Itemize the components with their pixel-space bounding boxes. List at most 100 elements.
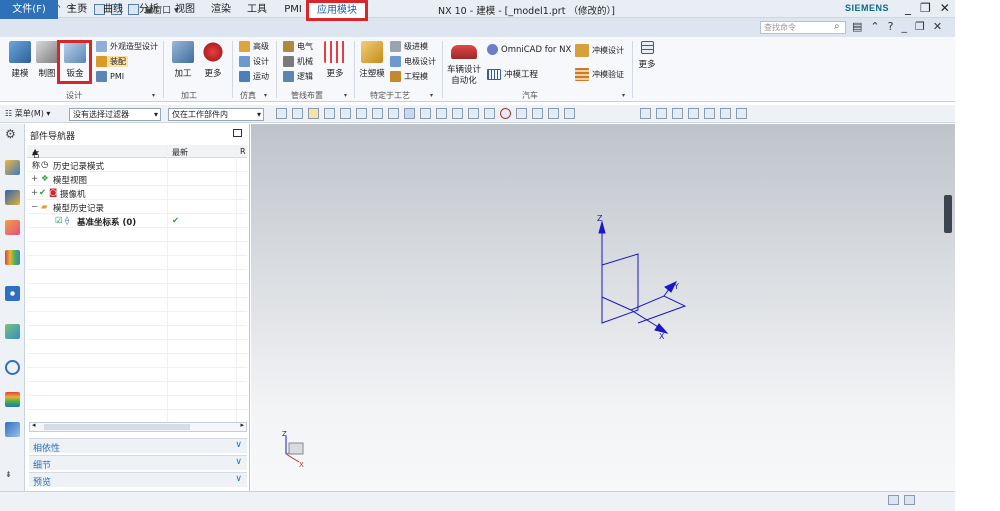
tab-render[interactable]: 渲染 bbox=[208, 2, 234, 19]
tab-pmi[interactable]: PMI bbox=[280, 2, 306, 19]
arc-center-icon[interactable] bbox=[484, 108, 495, 119]
scroll-left-icon[interactable]: ◂ bbox=[32, 421, 36, 429]
general-select-icon[interactable] bbox=[308, 108, 319, 119]
type-filter-select[interactable]: 没有选择过滤器 ▾ bbox=[69, 108, 161, 121]
orient-view-icon[interactable] bbox=[688, 108, 699, 119]
navigator-maximize-button[interactable] bbox=[233, 129, 242, 137]
die-engineering-button[interactable]: 冲模工程 bbox=[487, 68, 538, 80]
progressive-die-button[interactable]: 级进模 bbox=[390, 41, 428, 52]
existing-point-icon[interactable] bbox=[516, 108, 527, 119]
zoom-icon[interactable] bbox=[656, 108, 667, 119]
die-validation-button[interactable]: 冲模验证 bbox=[575, 68, 624, 81]
tree-node[interactable]: + ❖ 模型视图 bbox=[27, 172, 247, 186]
select-icon[interactable] bbox=[276, 108, 287, 119]
control-point-icon[interactable] bbox=[452, 108, 463, 119]
section-view-icon[interactable] bbox=[736, 108, 747, 119]
routing-more-button[interactable]: 更多 bbox=[322, 41, 348, 79]
tab-application[interactable]: 应用模块 bbox=[306, 0, 368, 21]
tree-node[interactable]: + ✔ ◙ 摄像机 bbox=[27, 186, 247, 200]
system-materials-icon[interactable] bbox=[5, 392, 20, 407]
assembly-button[interactable]: 装配 bbox=[96, 56, 128, 67]
layout-icon[interactable]: ▤ bbox=[852, 20, 862, 33]
die-design-button[interactable]: 冲模设计 bbox=[575, 44, 624, 57]
tab-analysis[interactable]: 分析 bbox=[136, 2, 162, 19]
tab-curve[interactable]: 曲线 bbox=[100, 2, 126, 19]
minimize-button[interactable]: _ bbox=[905, 1, 911, 15]
engineering-die-button[interactable]: 工程模 bbox=[390, 71, 428, 82]
modeling-button[interactable]: 建模 bbox=[7, 41, 33, 79]
omnicad-button[interactable]: OmniCAD for NX bbox=[487, 44, 571, 55]
web-browser-icon[interactable] bbox=[5, 286, 20, 301]
clock-icon[interactable] bbox=[5, 360, 20, 375]
advanced-sim-button[interactable]: 高级 bbox=[239, 41, 269, 52]
tree-node[interactable]: − ▰ 模型历史记录 bbox=[27, 200, 247, 214]
resize-handle[interactable] bbox=[944, 195, 952, 233]
dependencies-panel[interactable]: 相依性 ∨ bbox=[29, 438, 247, 454]
doc-minimize-button[interactable]: _ bbox=[901, 20, 907, 33]
layer-icon[interactable] bbox=[720, 108, 731, 119]
face-icon[interactable] bbox=[388, 108, 399, 119]
tab-file[interactable]: 文件(F) bbox=[0, 0, 58, 19]
expand-icon[interactable]: + bbox=[31, 188, 38, 198]
midpoint-icon[interactable] bbox=[436, 108, 447, 119]
restore-button[interactable]: ❐ bbox=[920, 1, 931, 15]
lasso-icon[interactable] bbox=[340, 108, 351, 119]
menu-button[interactable]: ☷ 菜单(M) ▾ bbox=[5, 108, 50, 119]
graphics-window[interactable]: Z Y X Z X bbox=[251, 124, 955, 491]
tree-node[interactable]: ◷ 历史记录模式 bbox=[27, 158, 247, 172]
region-select-icon[interactable] bbox=[324, 108, 335, 119]
point-on-curve-icon[interactable] bbox=[532, 108, 543, 119]
status-icon[interactable] bbox=[888, 495, 899, 505]
history-icon[interactable] bbox=[5, 324, 20, 339]
collapse-icon[interactable]: − bbox=[31, 202, 38, 212]
filter-icon[interactable] bbox=[292, 108, 303, 119]
bounded-grid-icon[interactable] bbox=[564, 108, 575, 119]
horizontal-scrollbar[interactable]: ◂ ▸ bbox=[29, 421, 247, 432]
intersection-icon[interactable] bbox=[468, 108, 479, 119]
doc-restore-button[interactable]: ❐ bbox=[915, 20, 925, 33]
quadrant-icon[interactable] bbox=[500, 108, 511, 119]
render-style-icon[interactable] bbox=[704, 108, 715, 119]
shape-studio-button[interactable]: 外观造型设计 bbox=[96, 41, 158, 52]
electrode-design-button[interactable]: 电极设计 bbox=[390, 56, 436, 67]
pmi-button[interactable]: PMI bbox=[96, 71, 124, 82]
rotate-icon[interactable] bbox=[672, 108, 683, 119]
column-name[interactable]: 名称 ▲ bbox=[32, 147, 40, 170]
tab-tools[interactable]: 工具 bbox=[244, 2, 270, 19]
column-latest[interactable]: 最新 bbox=[172, 147, 188, 158]
mechanical-button[interactable]: 机械 bbox=[283, 56, 313, 67]
expand-icon[interactable]: ⇟ bbox=[5, 470, 20, 480]
tab-view[interactable]: 视图 bbox=[172, 2, 198, 19]
design-sim-button[interactable]: 设计 bbox=[239, 56, 269, 67]
process-group-dropdown[interactable]: ▾ bbox=[430, 92, 433, 99]
assembly-navigator-icon[interactable] bbox=[5, 160, 20, 175]
simulation-group-dropdown[interactable]: ▾ bbox=[264, 92, 267, 99]
preview-panel[interactable]: 预览 ∨ bbox=[29, 472, 247, 488]
checkbox-icon[interactable]: ☑ bbox=[55, 216, 63, 226]
endpoint-icon[interactable] bbox=[420, 108, 431, 119]
collapse-ribbon-icon[interactable]: ⌃ bbox=[870, 20, 879, 33]
constraint-navigator-icon[interactable] bbox=[5, 190, 20, 205]
part-navigator-icon[interactable] bbox=[5, 220, 20, 235]
logical-button[interactable]: 逻辑 bbox=[283, 71, 313, 82]
routing-group-dropdown[interactable]: ▾ bbox=[344, 92, 347, 99]
fullscreen-icon[interactable] bbox=[904, 495, 915, 505]
role-icon[interactable] bbox=[5, 422, 20, 437]
rectangle-select-icon[interactable] bbox=[356, 108, 367, 119]
gear-icon[interactable]: ⚙ bbox=[5, 127, 20, 142]
check-icon[interactable]: ✔ bbox=[39, 188, 46, 198]
more-gallery-button[interactable]: 更多 bbox=[636, 41, 658, 70]
mold-wizard-button[interactable]: 注塑模 bbox=[358, 41, 386, 79]
datum-csys[interactable] bbox=[598, 220, 687, 334]
scroll-right-icon[interactable]: ▸ bbox=[240, 421, 244, 429]
search-icon[interactable]: ⌕ bbox=[834, 21, 840, 32]
reuse-library-icon[interactable] bbox=[5, 250, 20, 265]
doc-close-button[interactable]: ✕ bbox=[933, 20, 942, 33]
vehicle-design-button[interactable]: 车辆设计 自动化 bbox=[446, 41, 482, 87]
motion-button[interactable]: 运动 bbox=[239, 71, 269, 82]
point-on-face-icon[interactable] bbox=[548, 108, 559, 119]
electrical-button[interactable]: 电气 bbox=[283, 41, 313, 52]
scrollbar-thumb[interactable] bbox=[44, 424, 190, 430]
manufacturing-button[interactable]: 加工 bbox=[170, 41, 196, 79]
snap-point-icon[interactable] bbox=[404, 108, 415, 119]
